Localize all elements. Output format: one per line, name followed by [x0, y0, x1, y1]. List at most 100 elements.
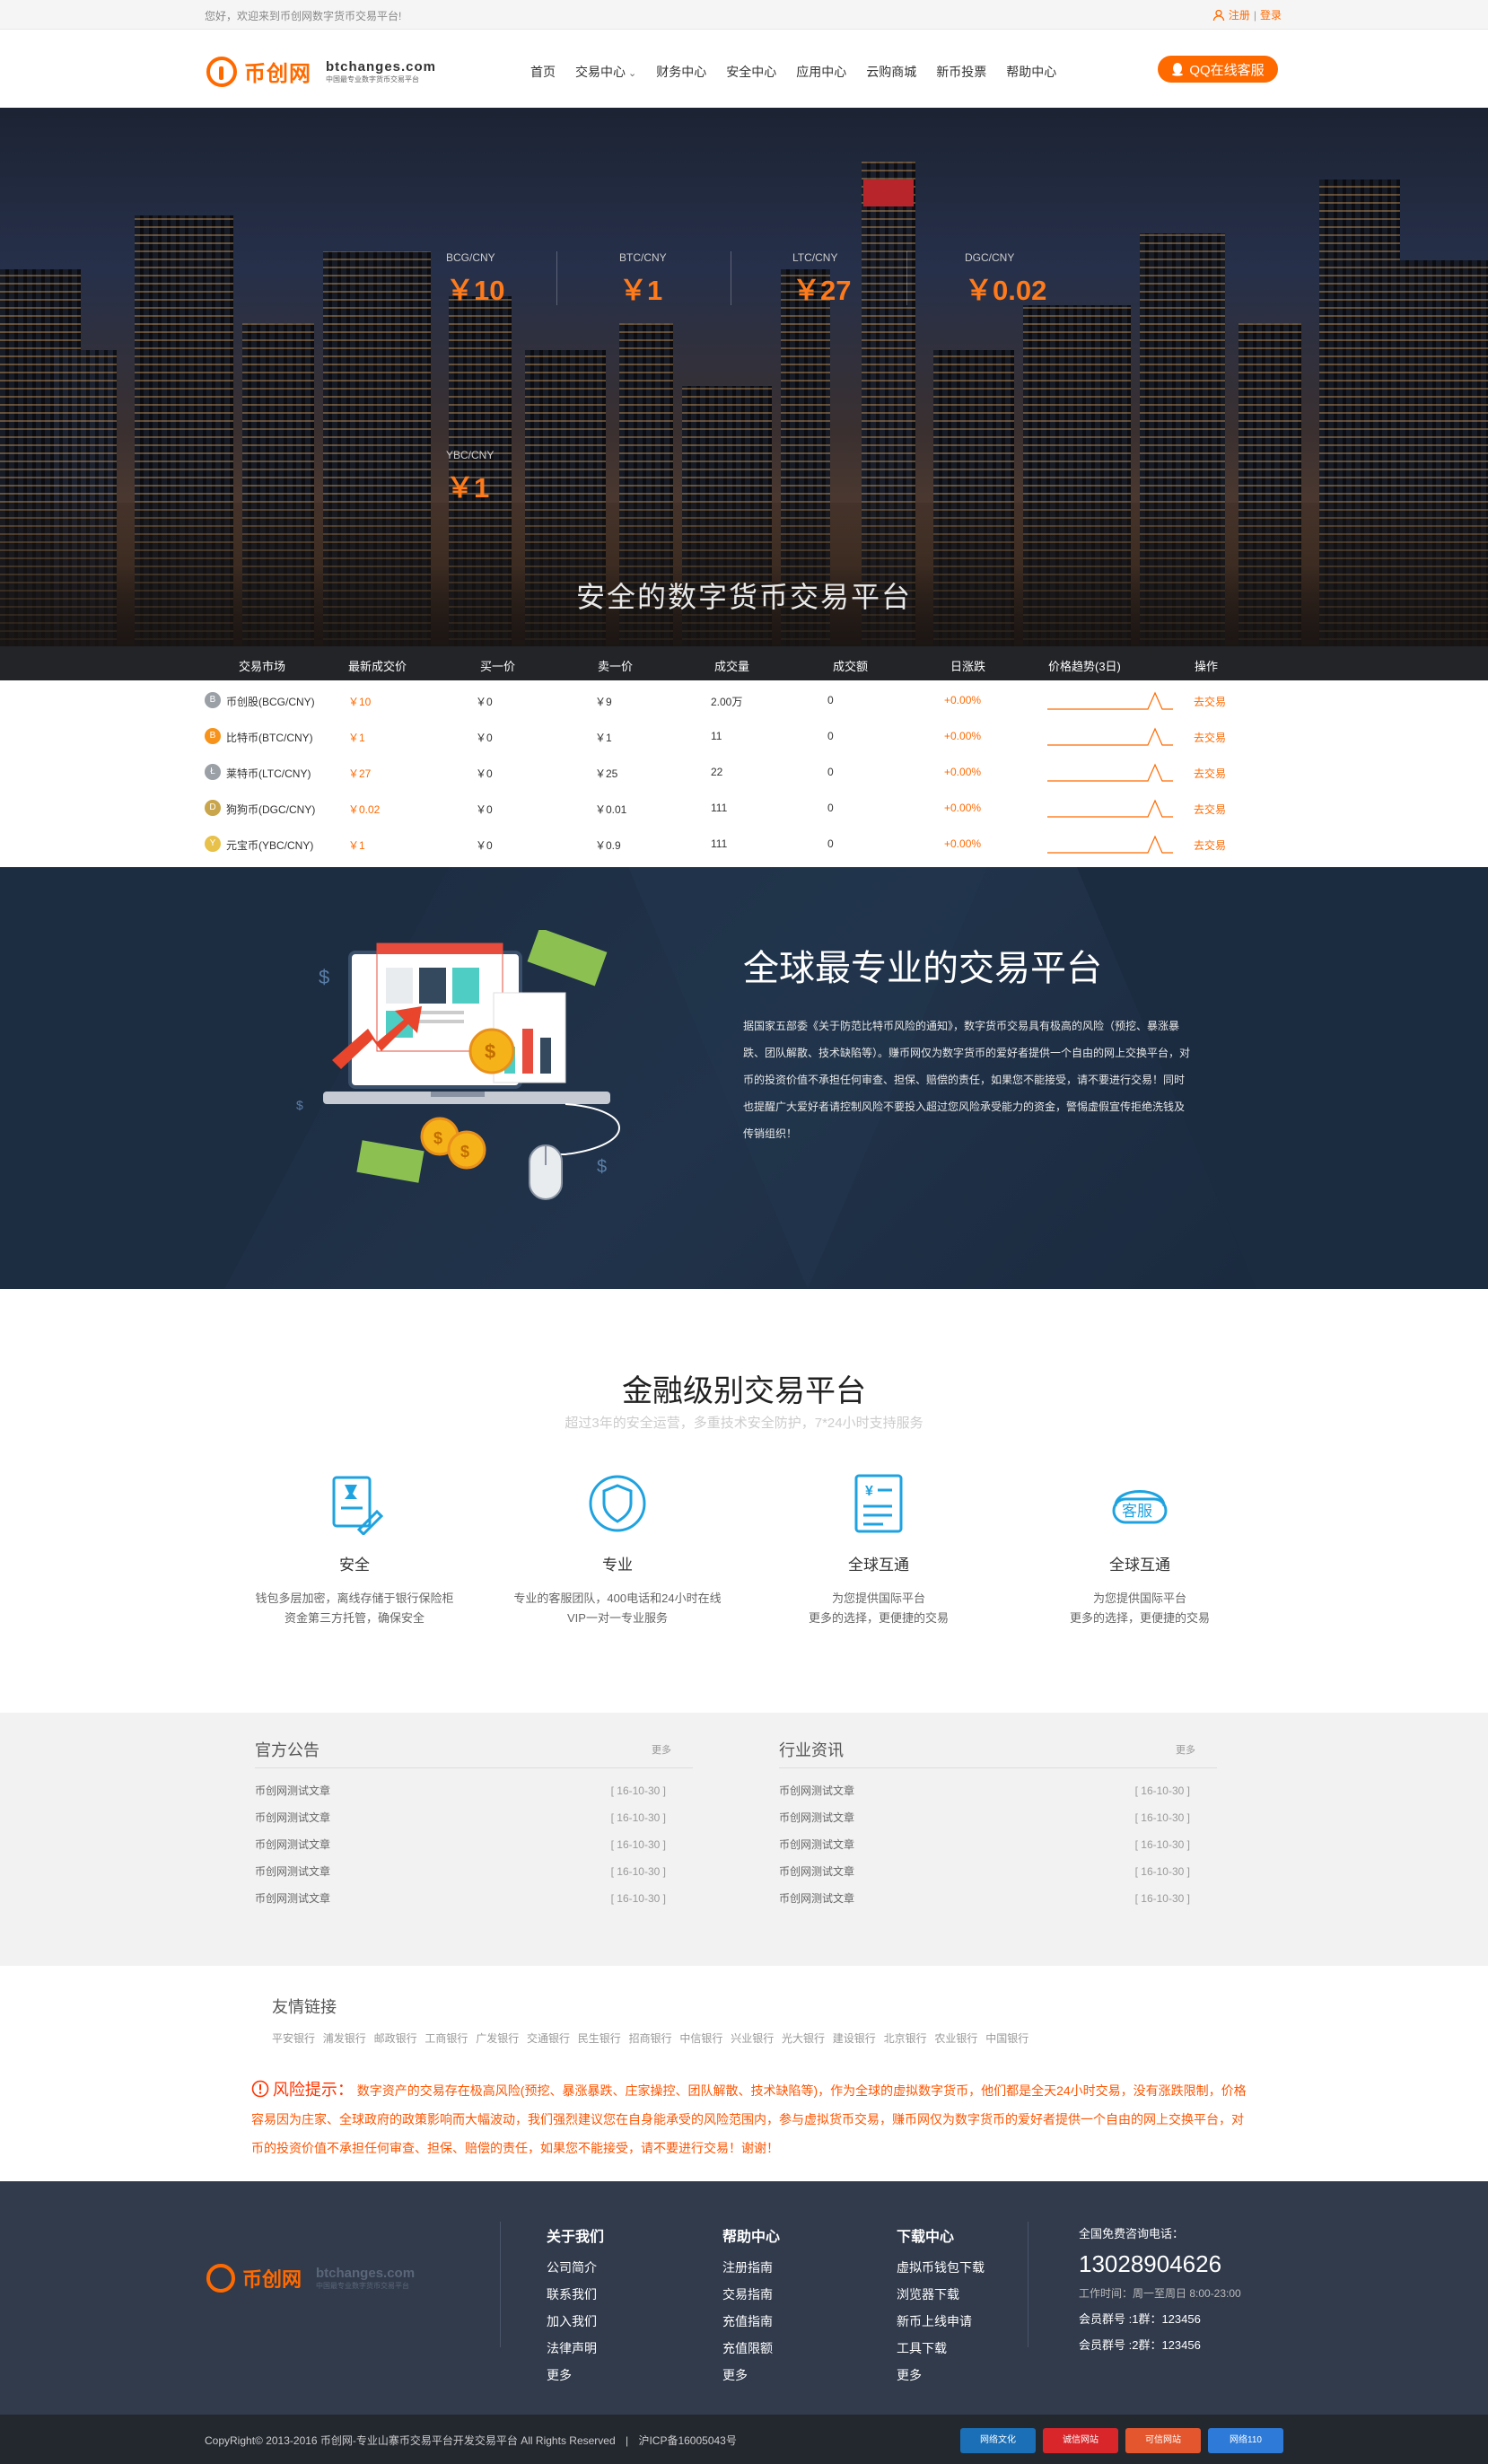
ticker-ybc[interactable]: YBC/CNY ￥1 — [446, 449, 494, 505]
last-price: ￥10 — [348, 696, 372, 708]
market-row[interactable]: B 比特币(BTC/CNY) ￥1 ￥0 ￥1 11 0 +0.00% 去交易 — [0, 718, 1488, 754]
footer-link[interactable]: 更多 — [897, 2366, 985, 2393]
col-buy[interactable]: 买一价 — [480, 657, 515, 674]
news-item[interactable]: 币创网测试文章 [ 16-10-30 ] — [779, 1885, 1217, 1912]
footer-link[interactable]: 充值限额 — [722, 2339, 780, 2366]
footer-link[interactable]: 充值指南 — [722, 2312, 780, 2339]
bank-link[interactable]: 光大银行 — [782, 2030, 825, 2046]
bank-link[interactable]: 中国银行 — [985, 2030, 1028, 2046]
news-title[interactable]: 币创网测试文章 — [255, 1892, 330, 1905]
feature-security: 安全 钱包多层加密，离线存储于银行保险柜 资金第三方托管，确保安全 — [238, 1472, 471, 1628]
col-sell[interactable]: 卖一价 — [598, 657, 633, 674]
footer-link[interactable]: 加入我们 — [547, 2312, 604, 2339]
news-item[interactable]: 币创网测试文章 [ 16-10-30 ] — [779, 1777, 1217, 1804]
trust-badge[interactable]: 网络110 — [1208, 2428, 1283, 2453]
trust-badge[interactable]: 可信网站 — [1125, 2428, 1201, 2453]
nav-finance[interactable]: 财务中心 — [646, 63, 716, 81]
trade-link[interactable]: 去交易 — [1194, 766, 1226, 781]
industry-news-more-link[interactable]: 更多 — [1176, 1742, 1195, 1757]
nav-trade[interactable]: 交易中心 — [565, 63, 646, 81]
bank-link[interactable]: 兴业银行 — [731, 2030, 774, 2046]
bank-link[interactable]: 中信银行 — [679, 2030, 722, 2046]
trust-badge[interactable]: 诚信网站 — [1043, 2428, 1118, 2453]
news-title[interactable]: 币创网测试文章 — [779, 1892, 854, 1905]
footer-link[interactable]: 交易指南 — [722, 2285, 780, 2312]
news-title[interactable]: 币创网测试文章 — [779, 1811, 854, 1824]
feature-title: 专业 — [602, 1556, 633, 1574]
news-item[interactable]: 币创网测试文章 [ 16-10-30 ] — [255, 1777, 693, 1804]
nav-help[interactable]: 帮助中心 — [996, 63, 1066, 81]
footer-link[interactable]: 公司简介 — [547, 2258, 604, 2285]
news-item[interactable]: 币创网测试文章 [ 16-10-30 ] — [255, 1885, 693, 1912]
ticker-btc[interactable]: BTC/CNY ￥1 — [619, 251, 667, 308]
news-item[interactable]: 币创网测试文章 [ 16-10-30 ] — [779, 1858, 1217, 1885]
trade-link[interactable]: 去交易 — [1194, 730, 1226, 745]
nav-home[interactable]: 首页 — [521, 63, 565, 81]
login-link[interactable]: 登录 — [1260, 7, 1282, 22]
news-title[interactable]: 币创网测试文章 — [779, 1865, 854, 1878]
market-row[interactable]: B 币创股(BCG/CNY) ￥10 ￥0 ￥9 2.00万 0 +0.00% 去交易 — [0, 682, 1488, 718]
footer-link[interactable]: 法律声明 — [547, 2339, 604, 2366]
ticker-bcg[interactable]: BCG/CNY ￥10 — [446, 251, 504, 308]
bank-link[interactable]: 邮政银行 — [374, 2030, 417, 2046]
trust-badge[interactable]: 网络文化 — [960, 2428, 1036, 2453]
market-row[interactable]: Ł 莱特币(LTC/CNY) ￥27 ￥0 ￥25 22 0 +0.00% 去交易 — [0, 754, 1488, 790]
volume: 11 — [711, 730, 722, 742]
news-item[interactable]: 币创网测试文章 [ 16-10-30 ] — [255, 1831, 693, 1858]
nav-apps[interactable]: 应用中心 — [786, 63, 856, 81]
amount: 0 — [827, 802, 834, 814]
nav-security[interactable]: 安全中心 — [716, 63, 786, 81]
col-change[interactable]: 日涨跌 — [950, 657, 985, 674]
news-item[interactable]: 币创网测试文章 [ 16-10-30 ] — [779, 1831, 1217, 1858]
bank-link[interactable]: 建设银行 — [833, 2030, 876, 2046]
news-title[interactable]: 币创网测试文章 — [255, 1865, 330, 1878]
news-title[interactable]: 币创网测试文章 — [779, 1784, 854, 1797]
footer-link[interactable]: 更多 — [547, 2366, 604, 2393]
qq-service-button[interactable]: QQ在线客服 — [1158, 56, 1278, 83]
bank-link[interactable]: 平安银行 — [272, 2030, 315, 2046]
footer-logo[interactable]: 币创网 btchanges.com 中国最专业数字货币交易平台 — [206, 2264, 415, 2293]
trade-link[interactable]: 去交易 — [1194, 694, 1226, 709]
announcements-more-link[interactable]: 更多 — [652, 1742, 671, 1757]
footer-link[interactable]: 联系我们 — [547, 2285, 604, 2312]
news-date: [ 16-10-30 ] — [1134, 1865, 1190, 1878]
ticker-dgc[interactable]: DGC/CNY ￥0.02 — [965, 251, 1046, 308]
bank-link[interactable]: 工商银行 — [425, 2030, 468, 2046]
footer-link[interactable]: 工具下载 — [897, 2339, 985, 2366]
news-title[interactable]: 币创网测试文章 — [779, 1838, 854, 1851]
market-row[interactable]: D 狗狗币(DGC/CNY) ￥0.02 ￥0 ￥0.01 111 0 +0.00% 去交易 — [0, 790, 1488, 826]
bank-link[interactable]: 招商银行 — [629, 2030, 672, 2046]
announcements: 官方公告 更多 币创网测试文章 [ 16-10-30 ] 币创网测试文章 [ 16-10… — [255, 1738, 693, 1912]
register-link[interactable]: 注册 — [1229, 7, 1250, 22]
bank-link[interactable]: 民生银行 — [578, 2030, 621, 2046]
trade-link[interactable]: 去交易 — [1194, 837, 1226, 853]
footer-link[interactable]: 注册指南 — [722, 2258, 780, 2285]
news-item[interactable]: 币创网测试文章 [ 16-10-30 ] — [779, 1804, 1217, 1831]
footer-link[interactable]: 更多 — [722, 2366, 780, 2393]
bank-link[interactable]: 交通银行 — [527, 2030, 570, 2046]
icp-number[interactable]: 沪ICP备16005043号 — [638, 2434, 736, 2447]
footer-link[interactable]: 浏览器下载 — [897, 2285, 985, 2312]
col-amount[interactable]: 成交额 — [833, 657, 868, 674]
bank-link[interactable]: 广发银行 — [476, 2030, 519, 2046]
news-title[interactable]: 币创网测试文章 — [255, 1838, 330, 1851]
nav-vote[interactable]: 新币投票 — [926, 63, 996, 81]
ticker-price: ￥1 — [619, 275, 663, 306]
bank-link[interactable]: 北京银行 — [884, 2030, 927, 2046]
col-last[interactable]: 最新成交价 — [348, 657, 407, 674]
news-title[interactable]: 币创网测试文章 — [255, 1811, 330, 1824]
footer-link[interactable]: 虚拟币钱包下载 — [897, 2258, 985, 2285]
bank-link[interactable]: 农业银行 — [934, 2030, 977, 2046]
logo[interactable]: 币创网 btchanges.com 中国最专业数字货币交易平台 — [206, 56, 436, 87]
col-volume[interactable]: 成交量 — [714, 657, 749, 674]
trade-link[interactable]: 去交易 — [1194, 802, 1226, 817]
news-title[interactable]: 币创网测试文章 — [255, 1784, 330, 1797]
bank-link[interactable]: 浦发银行 — [323, 2030, 366, 2046]
market-row[interactable]: Y 元宝币(YBC/CNY) ￥1 ￥0 ￥0.9 111 0 +0.00% 去交易 — [0, 826, 1488, 862]
news-item[interactable]: 币创网测试文章 [ 16-10-30 ] — [255, 1858, 693, 1885]
news-item[interactable]: 币创网测试文章 [ 16-10-30 ] — [255, 1804, 693, 1831]
last-price: ￥1 — [348, 839, 365, 852]
ticker-ltc[interactable]: LTC/CNY ￥27 — [792, 251, 851, 308]
footer-link[interactable]: 新币上线申请 — [897, 2312, 985, 2339]
nav-shop[interactable]: 云购商城 — [856, 63, 926, 81]
